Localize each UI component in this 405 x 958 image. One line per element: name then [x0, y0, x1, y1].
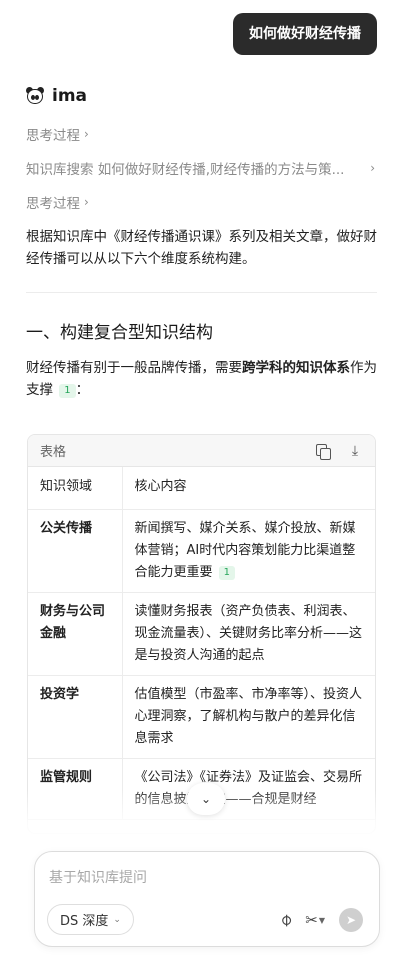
assistant-header: ima: [26, 86, 87, 106]
section-title: 一、构建复合型知识结构: [26, 323, 213, 343]
step-label: 知识库搜索 如何做好财经传播,财经传播的方法与策...: [26, 162, 345, 178]
copy-icon[interactable]: [315, 443, 331, 460]
model-label: DS 深度: [60, 914, 109, 929]
send-icon: ➤: [345, 913, 357, 927]
table-row: 财务与公司金融 读懂财务报表（资产负债表、利润表、现金流量表）、关键财务比率分析…: [28, 592, 375, 676]
table-row: 公关传播 新闻撰写、媒介关系、媒介投放、新媒体营销；AI时代内容策划能力比渠道整…: [28, 509, 375, 593]
table-cell-domain: 公关传播: [28, 509, 123, 593]
download-icon[interactable]: ⤓: [347, 443, 363, 459]
table-cell-domain: 财务与公司金融: [28, 592, 123, 676]
table-card: 表格 ⤓ 知识领域 核心内容 公关传播 新闻撰写、媒介关系、媒介投放、新媒体营销…: [27, 434, 376, 834]
model-selector[interactable]: DS 深度 ⌄: [47, 904, 134, 935]
thinking-process-toggle-1[interactable]: 思考过程 ›: [26, 124, 89, 144]
caret-down-icon: ▼: [318, 915, 325, 925]
bold-phrase: 跨学科的知识体系: [242, 360, 350, 376]
thinking-process-toggle-2[interactable]: 思考过程 ›: [26, 192, 89, 212]
chevron-down-icon: ⌄: [113, 914, 121, 925]
chevron-down-icon: ⌄: [200, 792, 212, 806]
user-message-bubble: 如何做好财经传播: [233, 13, 377, 55]
scroll-down-button[interactable]: ⌄: [187, 783, 225, 815]
citation-badge[interactable]: 1: [59, 384, 76, 398]
table-cell-content: 新闻撰写、媒介关系、媒介投放、新媒体营销；AI时代内容策划能力比渠道整合能力更重…: [122, 509, 375, 593]
divider: [26, 292, 377, 293]
send-button[interactable]: ➤: [339, 908, 363, 932]
tools-selector[interactable]: ✂ ▼: [305, 911, 325, 929]
assistant-name: ima: [52, 86, 88, 106]
answer-intro: 根据知识库中《财经传播通识课》系列及相关文章，做好财经传播可以从以下六个维度系统…: [26, 229, 377, 267]
step-label: 思考过程: [26, 128, 80, 144]
table-toolbar: 表格 ⤓: [28, 435, 375, 467]
table-cell-domain: 投资学: [28, 675, 123, 759]
step-label: 思考过程: [26, 196, 80, 212]
chevron-right-icon: ›: [84, 195, 89, 209]
table-header-cell: 知识领域: [28, 467, 123, 510]
knowledge-table: 知识领域 核心内容 公关传播 新闻撰写、媒介关系、媒介投放、新媒体营销；AI时代…: [28, 467, 375, 820]
composer[interactable]: 基于知识库提问 DS 深度 ⌄ ⌀ ✂ ▼ ➤: [34, 851, 380, 947]
paperclip-icon[interactable]: ⌀: [275, 909, 296, 930]
table-row: 投资学 估值模型（市盈率、市净率等）、投资人心理洞察，了解机构与散户的差异化信息…: [28, 675, 375, 759]
scissors-icon: ✂: [305, 911, 318, 929]
section-paragraph: 财经传播有别于一般品牌传播，需要跨学科的知识体系作为支撑 1：: [26, 360, 377, 398]
table-label: 表格: [40, 445, 67, 460]
chevron-right-icon: ›: [84, 127, 89, 141]
table-header-cell: 核心内容: [122, 467, 375, 510]
table-cell-content: 估值模型（市盈率、市净率等）、投资人心理洞察，了解机构与散户的差异化信息需求: [122, 675, 375, 759]
table-header-row: 知识领域 核心内容: [28, 467, 375, 510]
panda-avatar-icon: [26, 87, 44, 105]
citation-badge[interactable]: 1: [218, 566, 236, 580]
chevron-right-icon: ›: [370, 161, 375, 175]
question-input[interactable]: 基于知识库提问: [49, 867, 147, 887]
table-cell-content: 读懂财务报表（资产负债表、利润表、现金流量表）、关键财务比率分析——这是与投资人…: [122, 592, 375, 676]
knowledge-search-toggle[interactable]: 知识库搜索 如何做好财经传播,财经传播的方法与策... ›: [26, 158, 375, 178]
